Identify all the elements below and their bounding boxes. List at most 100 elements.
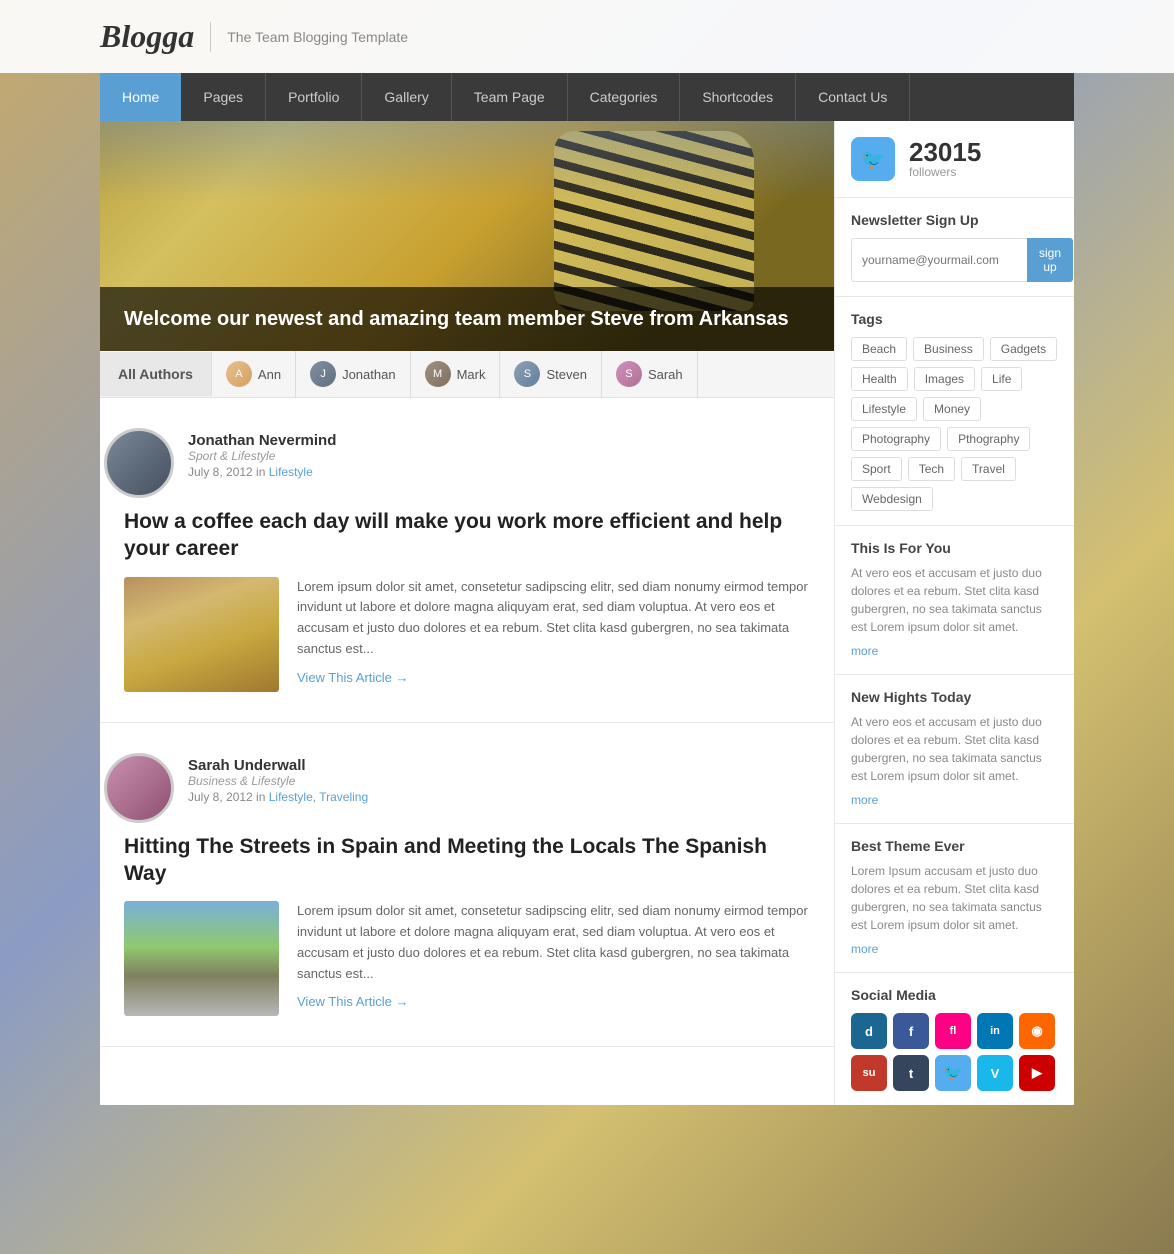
tag-sport[interactable]: Sport: [851, 457, 902, 481]
twitter-label: followers: [909, 165, 981, 179]
author-tab-jonathan[interactable]: J Jonathan: [296, 351, 411, 397]
tag-life[interactable]: Life: [981, 367, 1022, 391]
nav-categories[interactable]: Categories: [568, 73, 681, 121]
twitter-widget: 🐦 23015 followers: [835, 121, 1074, 198]
author-tab-sarah[interactable]: S Sarah: [602, 351, 698, 397]
sidebar-post-2-title: New Hights Today: [851, 689, 1058, 705]
hero-caption: Welcome our newest and amazing team memb…: [100, 287, 834, 351]
sidebar-post-3: Best Theme Ever Lorem Ipsum accusam et j…: [835, 824, 1074, 973]
article-1-excerpt: Lorem ipsum dolor sit amet, consetetur s…: [297, 577, 810, 660]
social-icon-stumbleupon[interactable]: su: [851, 1055, 887, 1091]
sidebar-post-3-title: Best Theme Ever: [851, 838, 1058, 854]
social-icon-linkedin[interactable]: in: [977, 1013, 1013, 1049]
nav-contact-us[interactable]: Contact Us: [796, 73, 910, 121]
social-icons: d f fl in ◉ su t 🐦 V ▶: [851, 1013, 1058, 1091]
tag-business[interactable]: Business: [913, 337, 984, 361]
tag-beach[interactable]: Beach: [851, 337, 907, 361]
sidebar-post-1: This Is For You At vero eos et accusam e…: [835, 526, 1074, 675]
article-1-category[interactable]: Lifestyle: [269, 465, 313, 479]
avatar-jonathan: J: [310, 361, 336, 387]
article-1-avatar: [104, 428, 174, 498]
article-1-title: How a coffee each day will make you work…: [124, 508, 810, 563]
tag-travel[interactable]: Travel: [961, 457, 1016, 481]
tag-health[interactable]: Health: [851, 367, 908, 391]
tags-section: Tags Beach Business Gadgets Health Image…: [835, 297, 1074, 526]
author-tab-mark[interactable]: M Mark: [411, 351, 501, 397]
article-1-meta: July 8, 2012 in Lifestyle: [188, 465, 336, 479]
newsletter-section: Newsletter Sign Up sign up: [835, 198, 1074, 297]
social-icon-rss[interactable]: ◉: [1019, 1013, 1055, 1049]
nav-team-page[interactable]: Team Page: [452, 73, 568, 121]
tag-photography[interactable]: Photography: [851, 427, 941, 451]
article-2-meta: July 8, 2012 in Lifestyle, Traveling: [188, 790, 368, 804]
nav-gallery[interactable]: Gallery: [362, 73, 451, 121]
sidebar-post-3-more[interactable]: more: [851, 942, 878, 956]
newsletter-title: Newsletter Sign Up: [851, 212, 1058, 228]
article-2-avatar: [104, 753, 174, 823]
sidebar: 🐦 23015 followers Newsletter Sign Up sig…: [834, 121, 1074, 1105]
header-divider: [210, 22, 211, 52]
tag-gadgets[interactable]: Gadgets: [990, 337, 1057, 361]
sidebar-post-1-more[interactable]: more: [851, 644, 878, 658]
nav-pages[interactable]: Pages: [181, 73, 266, 121]
article-2-category2[interactable]: Traveling: [319, 790, 368, 804]
author-tab-steven[interactable]: S Steven: [500, 351, 601, 397]
article-2-excerpt: Lorem ipsum dolor sit amet, consetetur s…: [297, 901, 810, 984]
sidebar-post-2: New Hights Today At vero eos et accusam …: [835, 675, 1074, 824]
sidebar-post-1-title: This Is For You: [851, 540, 1058, 556]
twitter-count: 23015: [909, 139, 981, 165]
avatar-ann: A: [226, 361, 252, 387]
twitter-icon: 🐦: [851, 137, 895, 181]
article-1-author-role: Sport & Lifestyle: [188, 449, 336, 463]
sidebar-post-3-text: Lorem Ipsum accusam et justo duo dolores…: [851, 862, 1058, 934]
article-1-thumbnail: [124, 577, 279, 692]
main-container: Welcome our newest and amazing team memb…: [100, 121, 1074, 1105]
nav-home[interactable]: Home: [100, 73, 181, 121]
newsletter-button[interactable]: sign up: [1027, 238, 1073, 282]
article-1: Jonathan Nevermind Sport & Lifestyle Jul…: [100, 398, 834, 723]
social-icon-digg[interactable]: d: [851, 1013, 887, 1049]
social-title: Social Media: [851, 987, 1058, 1003]
social-icon-twitter[interactable]: 🐦: [935, 1055, 971, 1091]
avatar-steven: S: [514, 361, 540, 387]
social-section: Social Media d f fl in ◉ su t 🐦 V ▶: [835, 973, 1074, 1105]
article-2-author-name: Sarah Underwall: [188, 757, 368, 774]
tag-webdesign[interactable]: Webdesign: [851, 487, 933, 511]
social-icon-vimeo[interactable]: V: [977, 1055, 1013, 1091]
article-2: Sarah Underwall Business & Lifestyle Jul…: [100, 723, 834, 1048]
nav-portfolio[interactable]: Portfolio: [266, 73, 362, 121]
article-2-title: Hitting The Streets in Spain and Meeting…: [124, 833, 810, 888]
sidebar-post-2-more[interactable]: more: [851, 793, 878, 807]
tags-container: Beach Business Gadgets Health Images Lif…: [851, 337, 1058, 511]
social-icon-flickr[interactable]: fl: [935, 1013, 971, 1049]
site-logo: Blogga: [100, 18, 194, 55]
sidebar-post-1-text: At vero eos et accusam et justo duo dolo…: [851, 564, 1058, 636]
main-nav: Home Pages Portfolio Gallery Team Page C…: [100, 73, 1074, 121]
newsletter-input[interactable]: [851, 238, 1027, 282]
tags-title: Tags: [851, 311, 1058, 327]
article-2-author-role: Business & Lifestyle: [188, 774, 368, 788]
article-2-category[interactable]: Lifestyle: [269, 790, 313, 804]
article-1-view-link[interactable]: View This Article →: [297, 670, 409, 685]
author-bar: All Authors A Ann J Jonathan M Mark S St…: [100, 351, 834, 398]
social-icon-youtube[interactable]: ▶: [1019, 1055, 1055, 1091]
tag-money[interactable]: Money: [923, 397, 981, 421]
site-tagline: The Team Blogging Template: [227, 29, 408, 45]
social-icon-facebook[interactable]: f: [893, 1013, 929, 1049]
all-authors-tab[interactable]: All Authors: [100, 352, 212, 396]
nav-shortcodes[interactable]: Shortcodes: [680, 73, 796, 121]
tag-images[interactable]: Images: [914, 367, 975, 391]
article-2-view-link[interactable]: View This Article →: [297, 994, 409, 1009]
author-tab-ann[interactable]: A Ann: [212, 351, 296, 397]
sidebar-post-2-text: At vero eos et accusam et justo duo dolo…: [851, 713, 1058, 785]
newsletter-form: sign up: [851, 238, 1058, 282]
content-area: Welcome our newest and amazing team memb…: [100, 121, 834, 1105]
avatar-sarah: S: [616, 361, 642, 387]
social-icon-tumblr[interactable]: t: [893, 1055, 929, 1091]
article-1-author-name: Jonathan Nevermind: [188, 432, 336, 449]
tag-pthography[interactable]: Pthography: [947, 427, 1030, 451]
article-2-thumbnail: [124, 901, 279, 1016]
tag-tech[interactable]: Tech: [908, 457, 955, 481]
tag-lifestyle[interactable]: Lifestyle: [851, 397, 917, 421]
site-header: Blogga The Team Blogging Template: [0, 0, 1174, 73]
